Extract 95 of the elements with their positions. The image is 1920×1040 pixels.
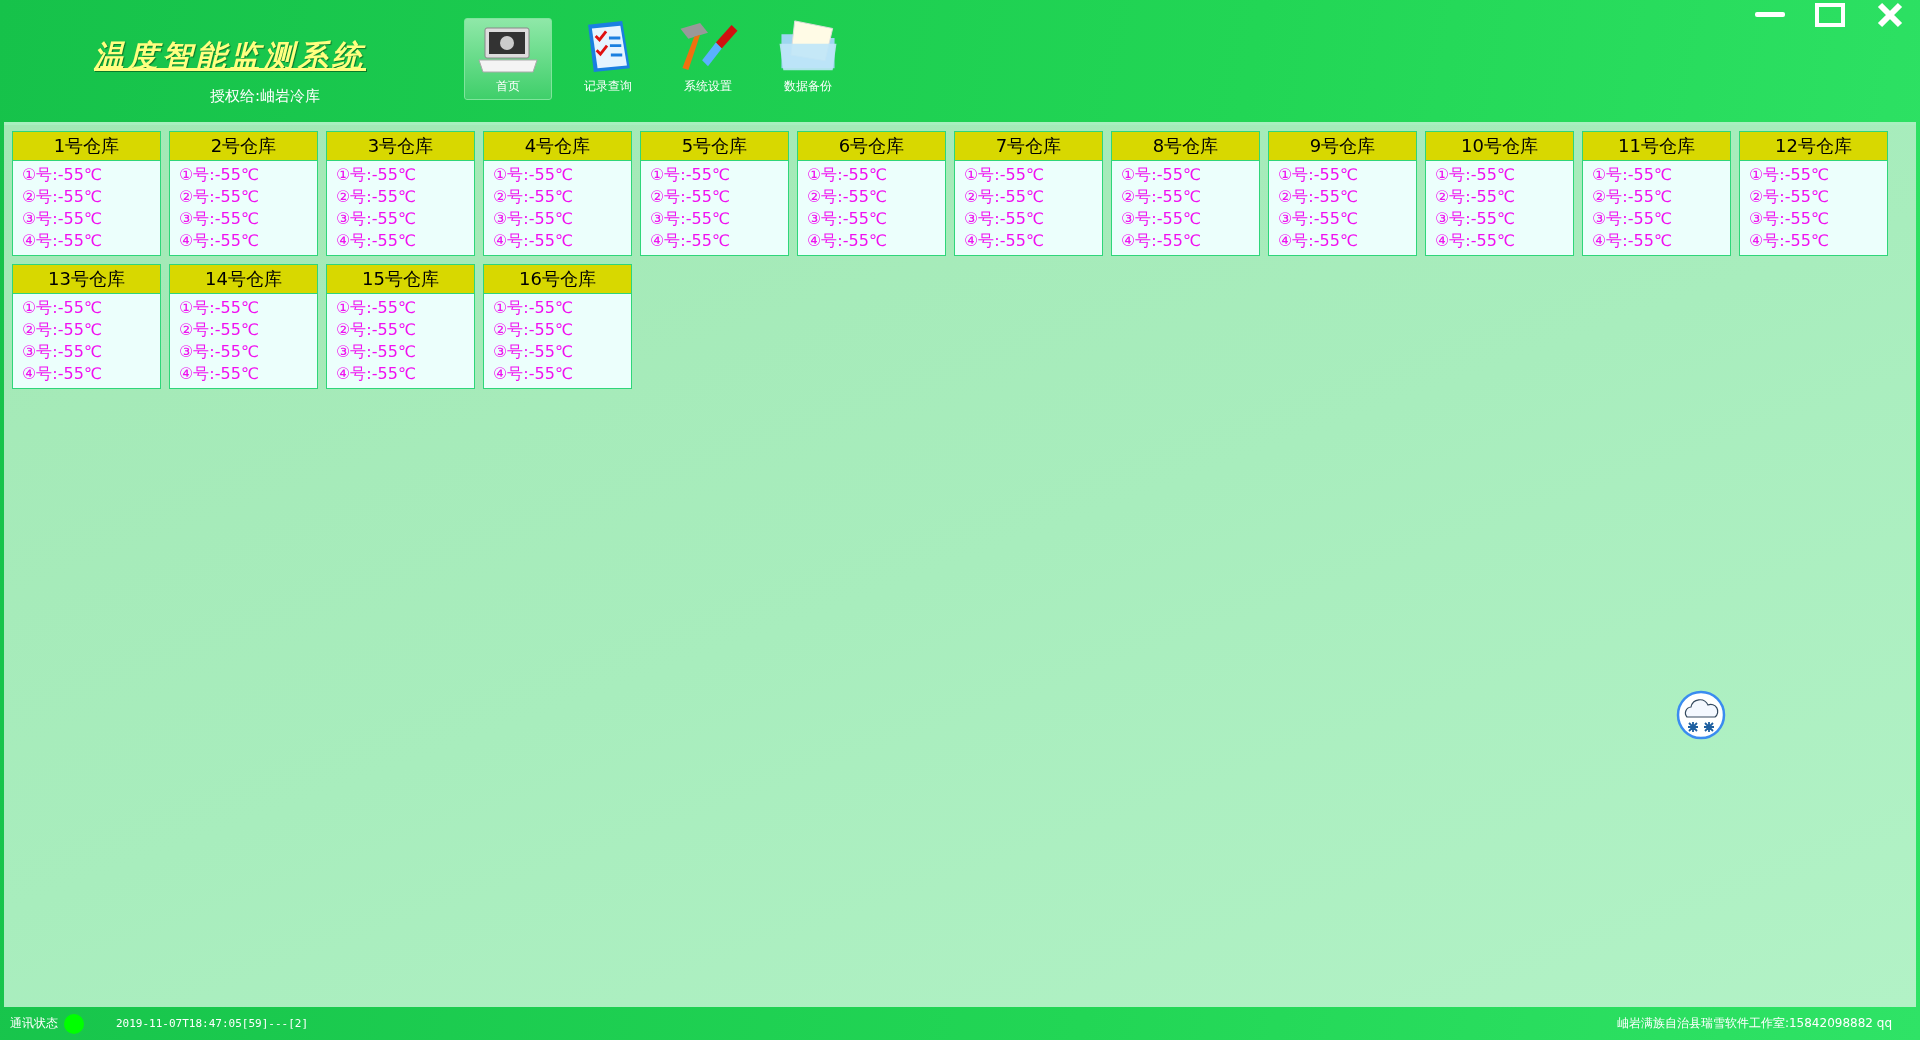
warehouse-name: 9号仓库 — [1269, 132, 1416, 161]
snow-cloud-icon[interactable] — [1676, 690, 1726, 740]
sensor-reading: ③号:-55℃ — [964, 208, 1045, 230]
sensor-reading: ①号:-55℃ — [179, 297, 260, 319]
sensor-reading: ①号:-55℃ — [336, 297, 417, 319]
sensor-reading: ③号:-55℃ — [336, 341, 417, 363]
sensor-reading: ②号:-55℃ — [22, 186, 103, 208]
sensor-reading: ②号:-55℃ — [1121, 186, 1202, 208]
sensor-reading: ④号:-55℃ — [336, 230, 417, 252]
sensor-reading: ④号:-55℃ — [22, 363, 103, 385]
warehouse-name: 15号仓库 — [327, 265, 474, 294]
sensor-reading: ①号:-55℃ — [1749, 164, 1830, 186]
close-icon — [1877, 2, 1903, 28]
sensor-reading: ③号:-55℃ — [22, 341, 103, 363]
sensor-reading: ④号:-55℃ — [1749, 230, 1830, 252]
sensor-reading: ④号:-55℃ — [1121, 230, 1202, 252]
sensor-reading: ④号:-55℃ — [964, 230, 1045, 252]
sensor-reading: ①号:-55℃ — [1435, 164, 1516, 186]
warehouse-name: 14号仓库 — [170, 265, 317, 294]
warehouse-name: 13号仓库 — [13, 265, 160, 294]
warehouse-name: 12号仓库 — [1740, 132, 1887, 161]
sensor-reading: ②号:-55℃ — [22, 319, 103, 341]
sensor-reading: ①号:-55℃ — [22, 164, 103, 186]
sensor-reading: ③号:-55℃ — [1278, 208, 1359, 230]
sensor-reading: ③号:-55℃ — [179, 208, 260, 230]
timestamp-text: 2019-11-07T18:47:05[59]---[2] — [116, 1017, 309, 1030]
sensor-reading: ④号:-55℃ — [493, 230, 574, 252]
warehouse-name: 1号仓库 — [13, 132, 160, 161]
warehouse-name: 6号仓库 — [798, 132, 945, 161]
app-title: 温度智能监测系统 — [94, 38, 366, 74]
sensor-reading: ②号:-55℃ — [964, 186, 1045, 208]
sensor-reading: ②号:-55℃ — [807, 186, 888, 208]
sensor-reading: ④号:-55℃ — [179, 363, 260, 385]
sensor-reading: ③号:-55℃ — [1435, 208, 1516, 230]
sensor-reading: ①号:-55℃ — [1121, 164, 1202, 186]
sensor-reading: ①号:-55℃ — [650, 164, 731, 186]
sensor-reading: ③号:-55℃ — [1749, 208, 1830, 230]
sensor-reading: ④号:-55℃ — [22, 230, 103, 252]
warehouse-name: 16号仓库 — [484, 265, 631, 294]
sensor-reading: ③号:-55℃ — [179, 341, 260, 363]
sensor-reading: ④号:-55℃ — [179, 230, 260, 252]
toolbar-button[interactable]: 系统设置 — [664, 18, 752, 100]
toolbar-button[interactable]: 数据备份 — [764, 18, 852, 100]
sensor-reading: ①号:-55℃ — [22, 297, 103, 319]
sensor-reading: ①号:-55℃ — [1278, 164, 1359, 186]
sensor-reading: ②号:-55℃ — [650, 186, 731, 208]
sensor-reading: ①号:-55℃ — [179, 164, 260, 186]
sensor-reading: ④号:-55℃ — [493, 363, 574, 385]
sensor-reading: ①号:-55℃ — [1592, 164, 1673, 186]
sensor-reading: ④号:-55℃ — [1278, 230, 1359, 252]
warehouse-name: 4号仓库 — [484, 132, 631, 161]
warehouse-name: 10号仓库 — [1426, 132, 1573, 161]
sensor-reading: ②号:-55℃ — [336, 319, 417, 341]
sensor-reading: ②号:-55℃ — [1592, 186, 1673, 208]
sensor-reading: ①号:-55℃ — [336, 164, 417, 186]
sensor-reading: ④号:-55℃ — [650, 230, 731, 252]
sensor-reading: ①号:-55℃ — [493, 164, 574, 186]
sensor-reading: ③号:-55℃ — [807, 208, 888, 230]
warehouse-name: 7号仓库 — [955, 132, 1102, 161]
sensor-reading: ②号:-55℃ — [179, 186, 260, 208]
maximize-button[interactable] — [1814, 2, 1846, 28]
sensor-reading: ③号:-55℃ — [1592, 208, 1673, 230]
toolbar-button[interactable]: 记录查询 — [564, 18, 652, 100]
warehouse-name: 3号仓库 — [327, 132, 474, 161]
sensor-reading: ③号:-55℃ — [650, 208, 731, 230]
toolbar-button[interactable]: 首页 — [464, 18, 552, 100]
sensor-reading: ④号:-55℃ — [1435, 230, 1516, 252]
warehouse-name: 5号仓库 — [641, 132, 788, 161]
sensor-reading: ①号:-55℃ — [964, 164, 1045, 186]
sensor-reading: ③号:-55℃ — [22, 208, 103, 230]
sensor-reading: ①号:-55℃ — [493, 297, 574, 319]
laptop-icon — [477, 26, 539, 74]
warehouse-name: 2号仓库 — [170, 132, 317, 161]
sensor-reading: ③号:-55℃ — [493, 341, 574, 363]
sensor-reading: ④号:-55℃ — [807, 230, 888, 252]
sensor-reading: ②号:-55℃ — [336, 186, 417, 208]
minimize-icon — [1755, 12, 1785, 18]
sensor-reading: ②号:-55℃ — [1435, 186, 1516, 208]
sensor-reading: ②号:-55℃ — [1278, 186, 1359, 208]
sensor-reading: ③号:-55℃ — [1121, 208, 1202, 230]
sensor-reading: ④号:-55℃ — [336, 363, 417, 385]
sensor-reading: ②号:-55℃ — [493, 319, 574, 341]
sensor-reading: ③号:-55℃ — [336, 208, 417, 230]
warehouse-name: 8号仓库 — [1112, 132, 1259, 161]
sensor-reading: ①号:-55℃ — [807, 164, 888, 186]
warehouse-name: 11号仓库 — [1583, 132, 1730, 161]
maximize-icon — [1815, 3, 1845, 27]
sensor-reading: ②号:-55℃ — [493, 186, 574, 208]
sensor-reading: ②号:-55℃ — [179, 319, 260, 341]
comm-status-label: 通讯状态 — [10, 1015, 58, 1032]
sensor-reading: ②号:-55℃ — [1749, 186, 1830, 208]
sensor-reading: ③号:-55℃ — [493, 208, 574, 230]
sensor-reading: ④号:-55℃ — [1592, 230, 1673, 252]
license-text: 授权给:岫岩冷库 — [209, 87, 321, 106]
contact-text: 岫岩满族自治县瑞雪软件工作室:15842098882 qq — [1616, 1015, 1892, 1032]
